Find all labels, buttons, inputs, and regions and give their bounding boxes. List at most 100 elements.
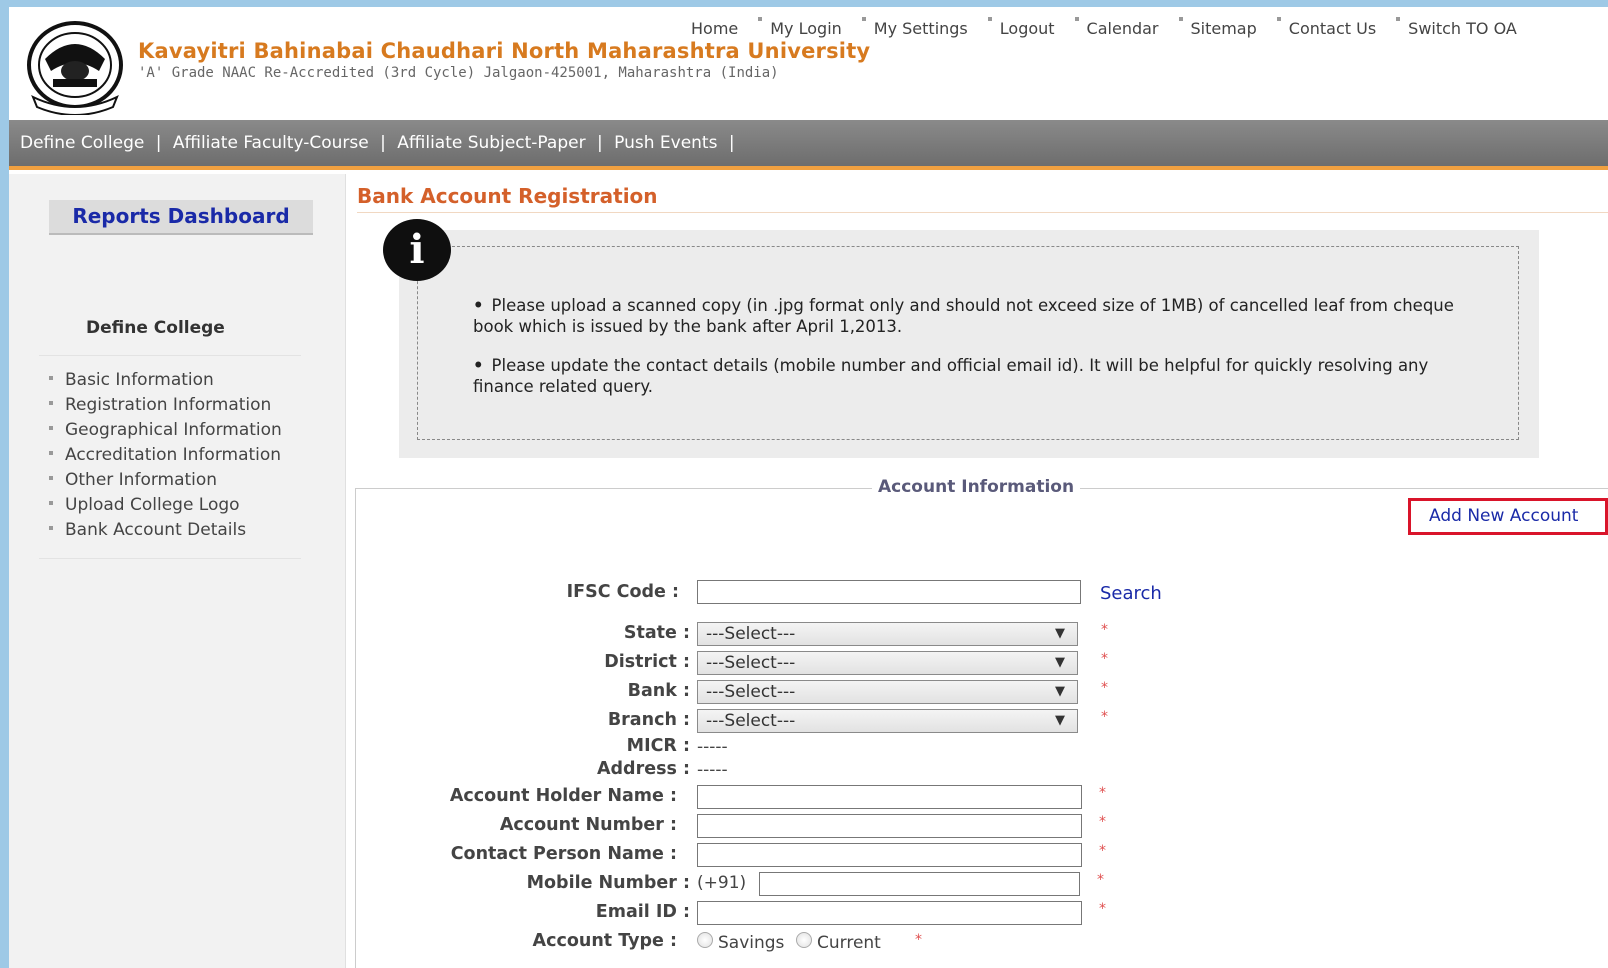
savings-radio[interactable]: [697, 932, 713, 948]
email-label: Email ID :: [595, 902, 690, 922]
nav-affiliate-faculty-course[interactable]: Affiliate Faculty-Course: [173, 133, 369, 153]
sidebar-divider: [39, 355, 301, 356]
sidebar-item-label: Geographical Information: [65, 420, 282, 440]
sidebar-item-basic-information[interactable]: Basic Information: [49, 368, 282, 393]
bank-label: Bank :: [627, 681, 690, 701]
sidebar-item-label: Registration Information: [65, 395, 272, 415]
account-type-label: Account Type :: [532, 931, 677, 951]
page-title: Bank Account Registration: [357, 184, 658, 208]
bullet-icon: [49, 501, 53, 505]
address-value: -----: [697, 760, 728, 780]
add-new-account-button[interactable]: Add New Account: [1408, 498, 1608, 535]
dropdown-arrow-icon: ▼: [1055, 684, 1065, 699]
top-link-sitemap[interactable]: Sitemap: [1191, 19, 1257, 38]
mobile-prefix: (+91): [697, 873, 747, 893]
top-link-my-settings[interactable]: My Settings: [874, 19, 968, 38]
nav-separator: |: [380, 133, 386, 153]
sidebar-item-label: Other Information: [65, 470, 218, 490]
nav-push-events[interactable]: Push Events: [614, 133, 717, 153]
ifsc-input[interactable]: [697, 580, 1081, 604]
top-link-my-login[interactable]: My Login: [770, 19, 842, 38]
bullet-icon: •: [473, 296, 484, 315]
info-note-contact: • Please update the contact details (mobi…: [473, 356, 1429, 396]
university-name: Kavayitri Bahinabai Chaudhari North Maha…: [138, 39, 871, 63]
current-radio[interactable]: [796, 932, 812, 948]
main-nav-bar: Define College | Affiliate Faculty-Cours…: [9, 120, 1608, 170]
required-mark: *: [1099, 843, 1106, 859]
top-links: Home My Login My Settings Logout Calenda…: [691, 17, 1537, 38]
bullet-icon: [49, 426, 53, 430]
ifsc-search-link[interactable]: Search: [1100, 583, 1162, 604]
district-select[interactable]: ---Select--- ▼: [697, 651, 1078, 675]
top-link-calendar[interactable]: Calendar: [1087, 19, 1159, 38]
dropdown-arrow-icon: ▼: [1055, 713, 1065, 728]
title-underline: [357, 212, 1608, 213]
mobile-number-label: Mobile Number :: [526, 873, 690, 893]
sidebar-item-registration-information[interactable]: Registration Information: [49, 393, 282, 418]
email-input[interactable]: [697, 901, 1082, 925]
top-link-switch-to-oa[interactable]: Switch TO OA: [1408, 19, 1517, 38]
bullet-icon: [49, 376, 53, 380]
branch-select[interactable]: ---Select--- ▼: [697, 709, 1078, 733]
sidebar-item-label: Accreditation Information: [65, 445, 282, 465]
sidebar-item-label: Basic Information: [65, 370, 214, 390]
sidebar-item-label: Bank Account Details: [65, 520, 247, 540]
nav-separator: |: [596, 133, 603, 153]
top-link-logout[interactable]: Logout: [1000, 19, 1055, 38]
dropdown-arrow-icon: ▼: [1055, 655, 1065, 670]
sidebar-item-accreditation-information[interactable]: Accreditation Information: [49, 443, 282, 468]
state-label: State :: [623, 623, 690, 643]
bank-select[interactable]: ---Select--- ▼: [697, 680, 1078, 704]
nav-separator: |: [155, 133, 162, 153]
top-link-home[interactable]: Home: [691, 19, 738, 38]
sidebar-item-other-information[interactable]: Other Information: [49, 468, 282, 493]
sidebar-item-label: Upload College Logo: [65, 495, 240, 515]
contact-person-input[interactable]: [697, 843, 1082, 867]
mobile-number-input[interactable]: [759, 872, 1080, 896]
top-link-contact-us[interactable]: Contact Us: [1289, 19, 1376, 38]
nav-separator: |: [728, 133, 735, 153]
required-mark: *: [1101, 680, 1108, 696]
bullet-icon: [49, 451, 53, 455]
required-mark: *: [1099, 901, 1106, 917]
account-number-input[interactable]: [697, 814, 1082, 838]
bullet-icon: [49, 401, 53, 405]
bullet-icon: [861, 17, 866, 21]
sidebar-menu: Basic Information Registration Informati…: [49, 368, 282, 543]
account-holder-label: Account Holder Name :: [449, 786, 677, 806]
bullet-icon: [49, 476, 53, 480]
branch-label: Branch :: [607, 710, 690, 730]
state-select[interactable]: ---Select--- ▼: [697, 622, 1078, 646]
reports-dashboard-button[interactable]: Reports Dashboard: [49, 200, 313, 235]
nav-affiliate-subject-paper[interactable]: Affiliate Subject-Paper: [397, 133, 585, 153]
bank-select-value: ---Select---: [706, 682, 796, 702]
sidebar-divider: [39, 558, 301, 559]
info-note-upload: • Please upload a scanned copy (in .jpg f…: [473, 296, 1454, 336]
current-radio-label: Current: [817, 933, 881, 953]
bullet-icon: [987, 17, 992, 21]
university-logo-icon: [27, 21, 123, 115]
sidebar-item-geographical-information[interactable]: Geographical Information: [49, 418, 282, 443]
required-mark: *: [1101, 709, 1108, 725]
sidebar-item-bank-account-details[interactable]: Bank Account Details: [49, 518, 282, 543]
bullet-icon: [758, 17, 763, 21]
sidebar-item-upload-college-logo[interactable]: Upload College Logo: [49, 493, 282, 518]
sidebar-section-title: Define College: [86, 318, 225, 338]
micr-label: MICR :: [626, 736, 690, 756]
required-mark: *: [1099, 785, 1106, 801]
account-number-label: Account Number :: [499, 815, 677, 835]
required-mark: *: [1101, 651, 1108, 667]
university-subtitle: 'A' Grade NAAC Re-Accredited (3rd Cycle)…: [138, 65, 779, 81]
district-label: District :: [604, 652, 690, 672]
nav-define-college[interactable]: Define College: [20, 133, 144, 153]
required-mark: *: [915, 932, 922, 948]
required-mark: *: [1097, 872, 1104, 888]
bullet-icon: [1276, 17, 1281, 21]
account-holder-input[interactable]: [697, 785, 1082, 809]
bullet-icon: •: [473, 356, 484, 375]
sidebar: Reports Dashboard Define College Basic I…: [9, 174, 346, 968]
bullet-icon: [1178, 17, 1183, 21]
required-mark: *: [1099, 814, 1106, 830]
bullet-icon: [49, 526, 53, 530]
required-mark: *: [1101, 622, 1108, 638]
